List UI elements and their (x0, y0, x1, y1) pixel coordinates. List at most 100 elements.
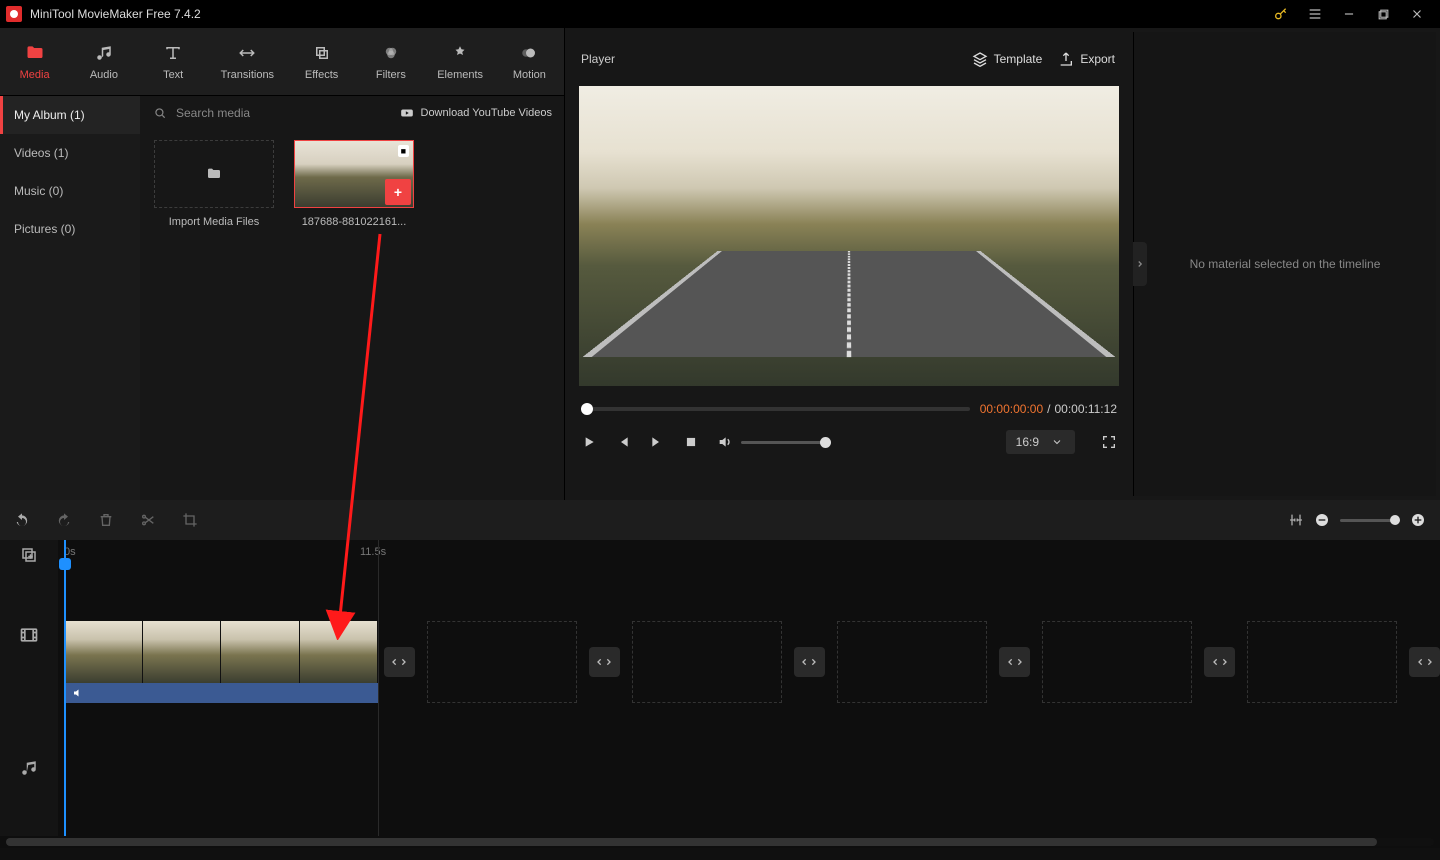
media-clip-thumbnail: ■ + (294, 140, 414, 208)
playhead[interactable] (64, 540, 66, 836)
empty-clip-slot[interactable] (837, 621, 987, 703)
download-youtube-button[interactable]: Download YouTube Videos (399, 105, 553, 121)
timeline-ruler[interactable]: 0s 11.5s (58, 540, 1440, 570)
window-close-button[interactable] (1400, 0, 1434, 28)
sidebar-item-music[interactable]: Music (0) (0, 172, 140, 210)
volume-slider[interactable] (741, 441, 831, 444)
ribbon-label: Media (20, 69, 50, 81)
menu-button[interactable] (1298, 0, 1332, 28)
clip-audio-strip (64, 683, 378, 703)
transition-slot-button[interactable] (999, 647, 1030, 677)
export-icon (1058, 51, 1074, 67)
empty-clip-slot[interactable] (1247, 621, 1397, 703)
delete-button[interactable] (98, 512, 114, 528)
effects-icon (312, 43, 332, 63)
window-minimize-button[interactable] (1332, 0, 1366, 28)
volume-icon[interactable] (717, 434, 733, 450)
inspector-empty-text: No material selected on the timeline (1190, 257, 1381, 271)
aspect-ratio-select[interactable]: 16:9 (1006, 430, 1075, 454)
workarea: Media Audio Text Transitions Effects Fil… (0, 28, 1440, 500)
transition-slot-button[interactable] (794, 647, 825, 677)
ribbon-tab-effects[interactable]: Effects (287, 28, 356, 95)
transition-slot-button[interactable] (1204, 647, 1235, 677)
ribbon-tab-media[interactable]: Media (0, 28, 69, 95)
app-title: MiniTool MovieMaker Free 7.4.2 (30, 7, 201, 21)
timeline-tracks[interactable]: 0s 11.5s (58, 540, 1440, 836)
left-column: Media Audio Text Transitions Effects Fil… (0, 28, 565, 500)
ribbon-tab-audio[interactable]: Audio (69, 28, 138, 95)
media-sidebar: My Album (1) Videos (1) Music (0) Pictur… (0, 96, 140, 500)
timeline-clip[interactable] (64, 621, 378, 703)
import-media-card[interactable]: Import Media Files (154, 140, 274, 228)
player-scrubber[interactable] (581, 407, 970, 411)
undo-button[interactable] (14, 512, 30, 528)
youtube-icon (399, 105, 415, 121)
ribbon-tab-filters[interactable]: Filters (356, 28, 425, 95)
video-track-row[interactable] (58, 618, 1440, 706)
fullscreen-button[interactable] (1101, 434, 1117, 450)
stop-button[interactable] (683, 434, 699, 450)
ribbon-tab-transitions[interactable]: Transitions (208, 28, 287, 95)
ribbon: Media Audio Text Transitions Effects Fil… (0, 28, 564, 96)
ribbon-label: Text (163, 69, 183, 81)
ribbon-tab-text[interactable]: Text (139, 28, 208, 95)
timeline-gutter (0, 540, 58, 836)
player-time-total: 00:00:11:12 (1054, 402, 1117, 416)
timeline-scrollbar[interactable] (0, 836, 1440, 848)
sidebar-item-videos[interactable]: Videos (1) (0, 134, 140, 172)
speaker-icon (70, 685, 86, 701)
audio-track-row[interactable] (58, 706, 1440, 776)
sidebar-item-my-album[interactable]: My Album (1) (0, 96, 140, 134)
template-button[interactable]: Template (972, 51, 1043, 67)
media-clip-card[interactable]: ■ + 187688-881022161... (294, 140, 414, 228)
ribbon-label: Filters (376, 69, 406, 81)
redo-button[interactable] (56, 512, 72, 528)
zoom-out-button[interactable] (1314, 512, 1330, 528)
sidebar-item-pictures[interactable]: Pictures (0) (0, 210, 140, 248)
ribbon-tab-elements[interactable]: Elements (425, 28, 494, 95)
export-button[interactable]: Export (1058, 51, 1115, 67)
zoom-in-button[interactable] (1410, 512, 1426, 528)
transition-slot-button[interactable] (1409, 647, 1440, 677)
add-to-timeline-button[interactable]: + (385, 179, 411, 205)
aspect-ratio-value: 16:9 (1016, 435, 1039, 449)
transition-slot-button[interactable] (589, 647, 620, 677)
ribbon-label: Audio (90, 69, 118, 81)
player-title: Player (581, 52, 615, 66)
split-button[interactable] (140, 512, 156, 528)
ruler-mark: 11.5s (360, 546, 386, 558)
empty-clip-slot[interactable] (427, 621, 577, 703)
media-clip-label: 187688-881022161... (294, 216, 414, 228)
zoom-slider[interactable] (1340, 519, 1400, 522)
ribbon-label: Transitions (221, 69, 274, 81)
player-time-current: 00:00:00:00 (980, 402, 1043, 416)
play-button[interactable] (581, 434, 597, 450)
text-icon (163, 43, 183, 63)
transition-slot-button[interactable] (384, 647, 415, 677)
window-maximize-button[interactable] (1366, 0, 1400, 28)
fit-timeline-button[interactable] (1288, 512, 1304, 528)
transitions-icon (237, 43, 257, 63)
add-track-button[interactable] (0, 540, 58, 570)
player-viewport[interactable] (579, 86, 1119, 386)
prev-frame-button[interactable] (615, 434, 631, 450)
timeline-toolbar (0, 500, 1440, 540)
audio-track-icon (0, 700, 58, 836)
empty-clip-slot[interactable] (1042, 621, 1192, 703)
template-icon (972, 51, 988, 67)
ribbon-label: Elements (437, 69, 483, 81)
download-youtube-label: Download YouTube Videos (421, 107, 553, 119)
activate-key-button[interactable] (1264, 0, 1298, 28)
crop-button[interactable] (182, 512, 198, 528)
folder-plus-icon (206, 166, 222, 182)
player-time-sep: / (1047, 402, 1050, 416)
ribbon-tab-motion[interactable]: Motion (495, 28, 564, 95)
app-logo-icon (6, 6, 22, 22)
inspector-panel: No material selected on the timeline (1133, 32, 1436, 496)
next-frame-button[interactable] (649, 434, 665, 450)
collapse-inspector-button[interactable] (1133, 242, 1147, 286)
ribbon-label: Effects (305, 69, 338, 81)
chevron-down-icon (1049, 434, 1065, 450)
search-input[interactable]: Search media (176, 106, 250, 120)
empty-clip-slot[interactable] (632, 621, 782, 703)
